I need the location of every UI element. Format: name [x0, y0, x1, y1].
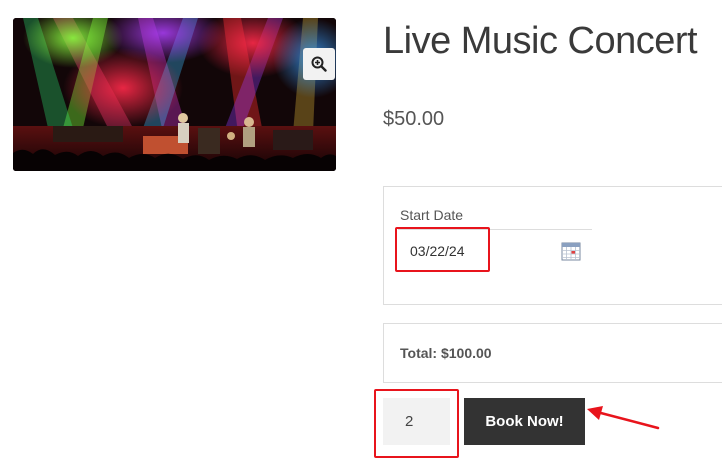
product-price: $50.00 [383, 108, 445, 130]
calendar-icon[interactable] [561, 241, 581, 261]
total-price: Total: $100.00 [400, 345, 492, 361]
start-date-label: Start Date [400, 207, 464, 223]
quantity-highlight-box [374, 389, 459, 458]
arrow-annotation-icon [587, 406, 660, 430]
zoom-button[interactable] [303, 48, 335, 80]
product-image[interactable] [13, 18, 336, 171]
date-highlight-box [395, 227, 490, 272]
magnifier-plus-icon [311, 56, 327, 72]
product-title: Live Music Concert [383, 20, 698, 62]
product-page: Live Music Concert $50.00 Start Date 03/… [0, 0, 722, 469]
concert-photo [13, 18, 336, 171]
book-now-button[interactable]: Book Now! [464, 398, 585, 445]
total-section: Total: $100.00 [383, 323, 722, 383]
